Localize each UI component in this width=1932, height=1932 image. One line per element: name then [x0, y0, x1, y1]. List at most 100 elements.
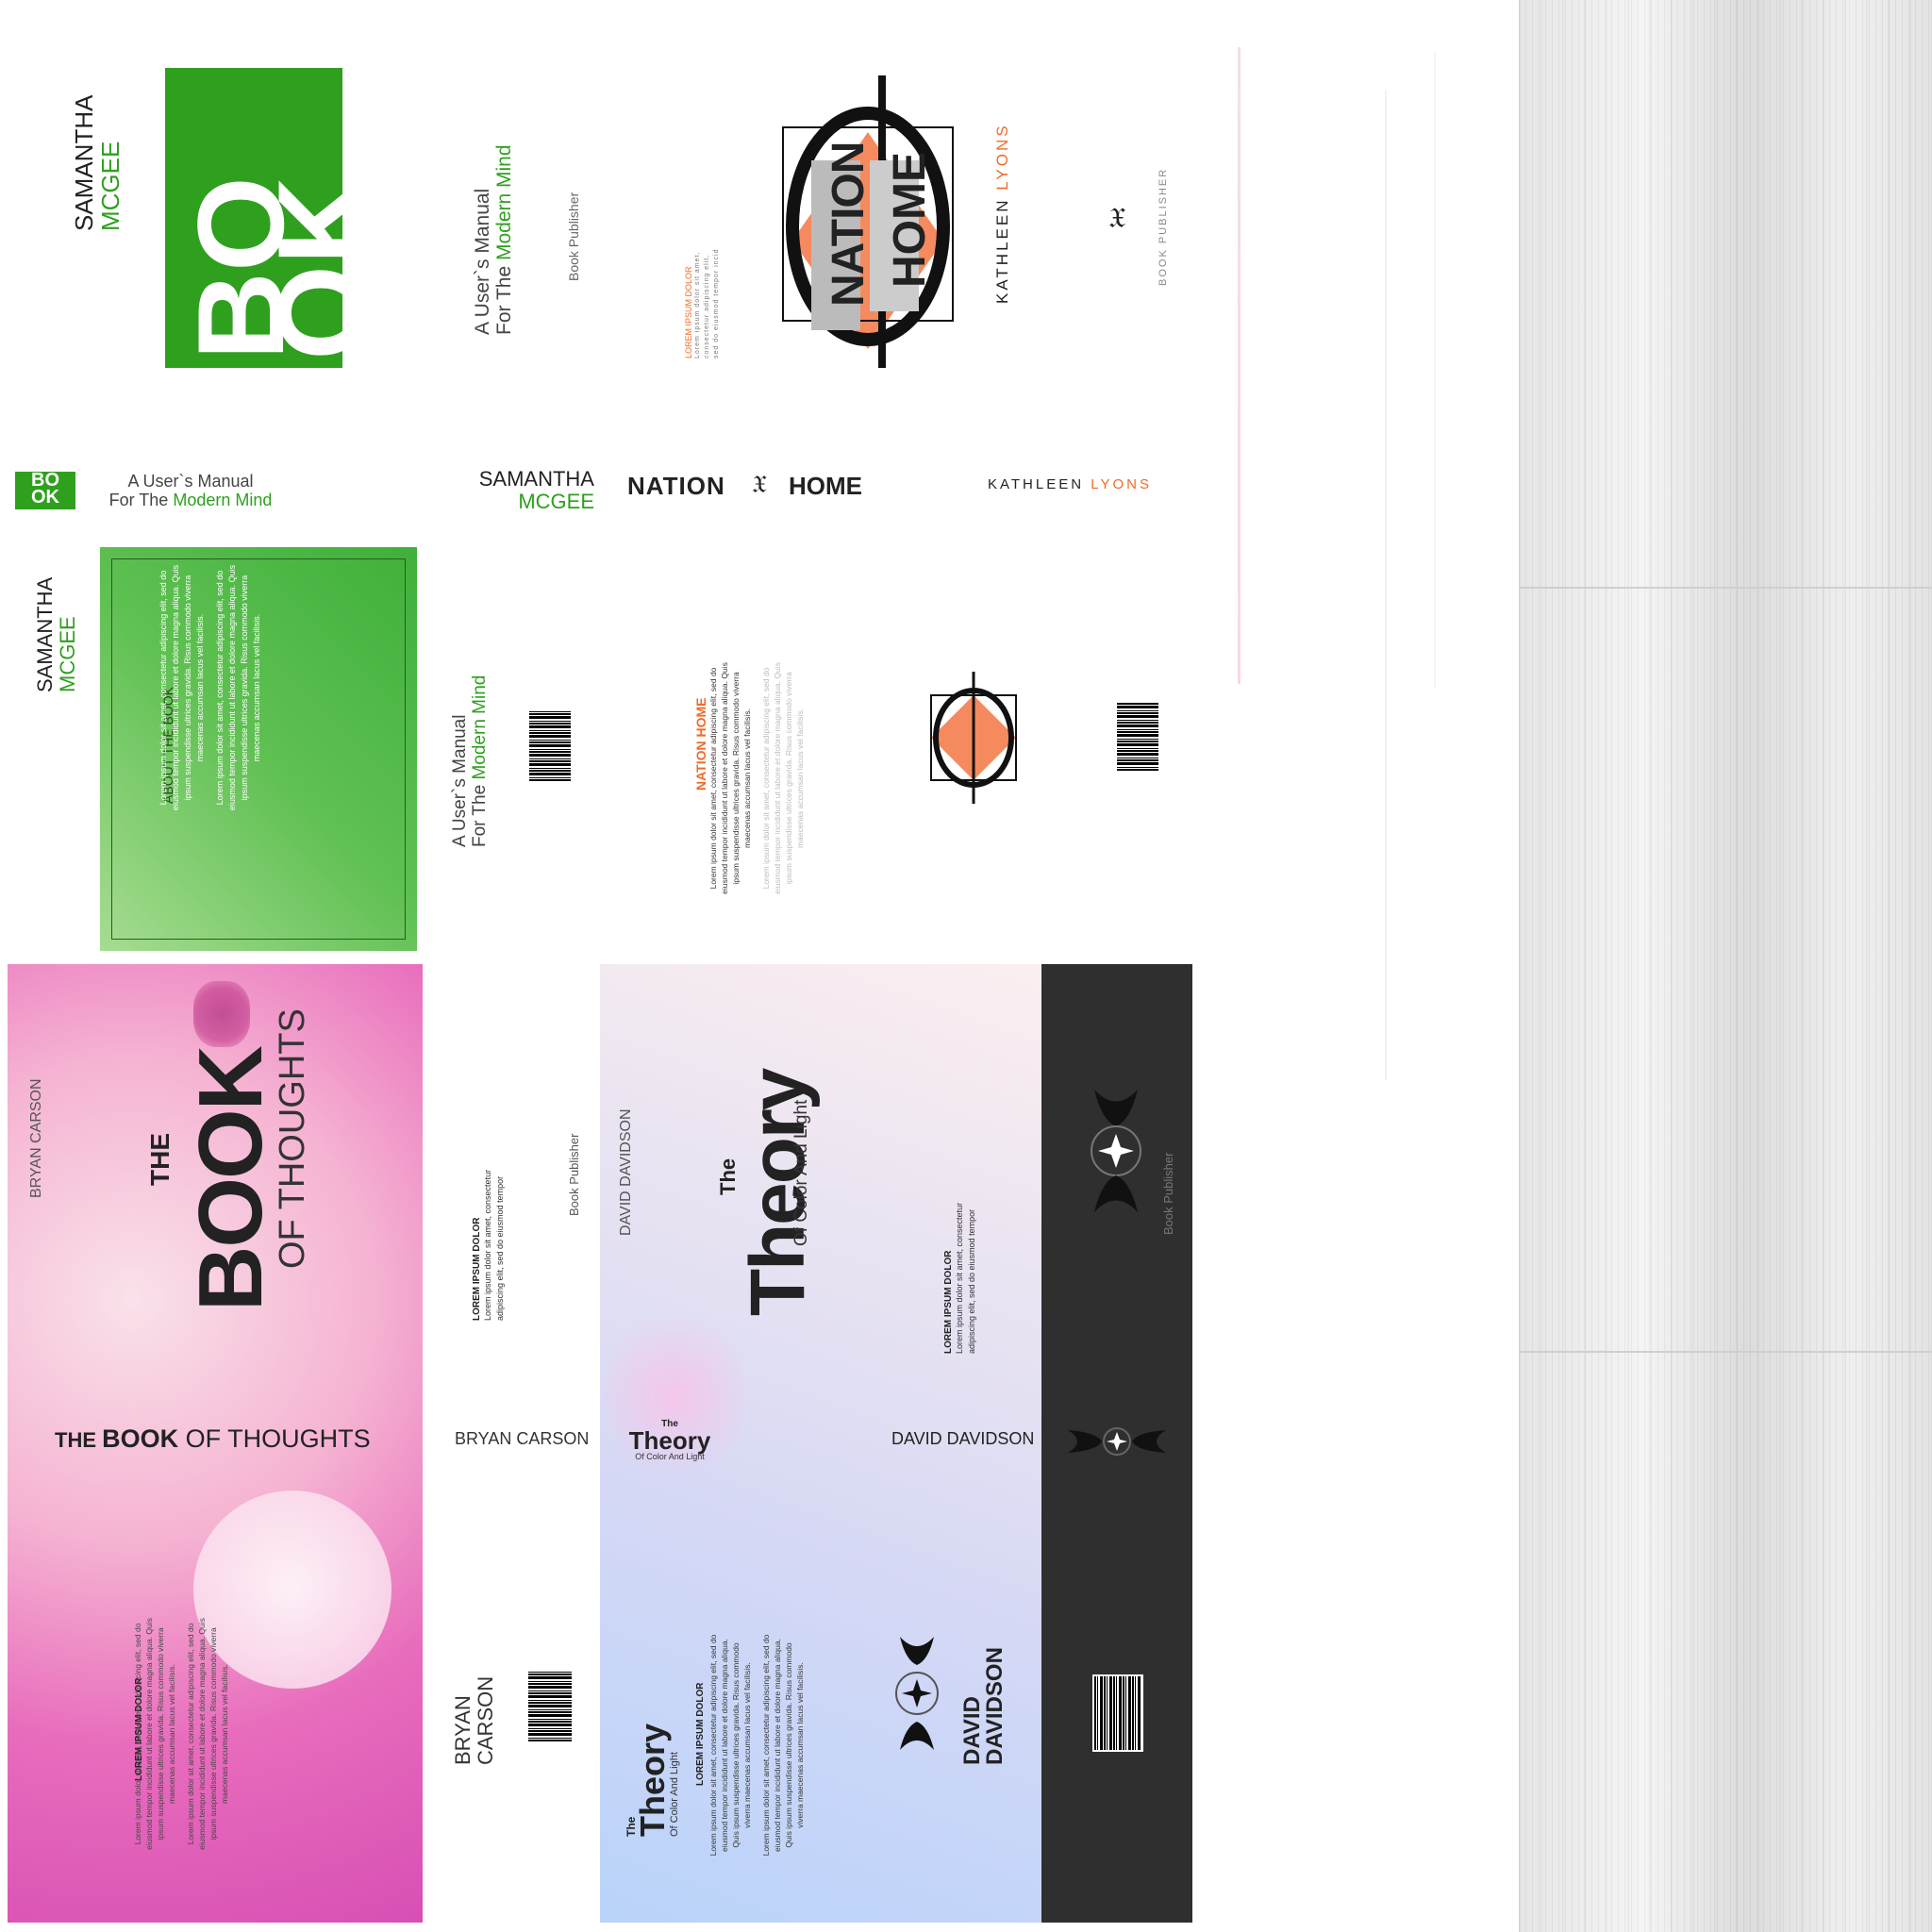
green-book-logo: BO OK — [165, 68, 342, 368]
green-title-line2-accent: Modern Mind — [493, 144, 515, 261]
nation-spine-author-last: LYONS — [1091, 476, 1152, 492]
theory-back-emblem — [891, 1632, 943, 1755]
theory-back-author-last: DAVIDSON — [982, 1647, 1008, 1765]
thoughts-back-author-last: CARSON — [474, 1675, 497, 1765]
theory-back-p2: Lorem ipsum dolor sit amet, consectetur … — [761, 1634, 805, 1857]
thoughts-back-p1: Lorem ipsum dolor sit amet, consectetur … — [133, 1618, 176, 1850]
nation-author-last: LYONS — [993, 123, 1011, 191]
green-cover-author: SAMANTHA MCGEE — [70, 71, 127, 231]
green-spine-title-line1: A User`s Manual — [127, 472, 254, 491]
theory-back-title: The Theory Of Color And Light — [625, 1714, 686, 1837]
theory-spine-author: DAVID DAVIDSON — [891, 1429, 1035, 1448]
thoughts-spine-rest: OF THOUGHTS — [178, 1424, 371, 1453]
green-cover-title: A User`s Manual For The Modern Mind — [472, 99, 519, 335]
green-spine-author: SAMANTHA MCGEE — [462, 468, 594, 513]
nation-spine-word1: NATION — [627, 472, 725, 500]
nation-cover-author: KATHLEEN LYONS — [993, 115, 1016, 304]
nation-back-emblem — [926, 672, 1021, 804]
nation-blurb-heading: LOREM IPSUM DOLOR — [684, 266, 693, 358]
nation-cover-word2: HOME — [885, 152, 935, 288]
nation-publisher-logo-icon: 𝔛 — [1108, 203, 1126, 234]
green-back-author: SAMANTHA MCGEE — [33, 570, 89, 692]
thoughts-spine-title: THE BOOK OF THOUGHTS — [55, 1424, 371, 1454]
thoughts-blurb-heading: LOREM IPSUM DOLOR — [472, 1217, 482, 1321]
green-back-title-prefix: For The — [470, 779, 490, 847]
green-logo-bottom: OK — [252, 176, 342, 360]
green-back-title-line1: A User`s Manual — [450, 714, 470, 847]
thoughts-blurb-text: Lorem ipsum dolor sit amet, consectetur … — [483, 1169, 505, 1321]
nation-spine-author: KATHLEEN LYONS — [988, 476, 1152, 492]
thoughts-cover-book: BOOK — [180, 1047, 281, 1311]
green-title-line1: A User`s Manual — [472, 188, 493, 335]
nation-back-p2: Lorem ipsum dolor sit amet, consectetur … — [761, 662, 805, 894]
green-barcode — [529, 709, 571, 781]
theory-back-p1: Lorem ipsum dolor sit amet, consectetur … — [708, 1634, 752, 1857]
green-spine-title-accent: Modern Mind — [173, 491, 273, 509]
nation-back-text: Lorem ipsum dolor sit amet, consectetur … — [708, 660, 830, 896]
thoughts-cover-author: BRYAN CARSON — [28, 1078, 44, 1198]
wood-texture-panel — [1519, 0, 1932, 1932]
nation-back-p1: Lorem ipsum dolor sit amet, consectetur … — [708, 662, 752, 894]
theory-cover-author: DAVID DAVIDSON — [618, 1108, 634, 1236]
green-back-author-last: MCGEE — [56, 616, 79, 692]
green-back-title-accent: Modern Mind — [470, 675, 490, 780]
theory-back-author-first: DAVID — [959, 1696, 985, 1765]
green-author-last: MCGEE — [96, 141, 125, 231]
thoughts-cover-the: THE — [145, 1133, 175, 1186]
thoughts-back-p2: Lorem ipsum dolor sit amet, consectetur … — [186, 1618, 229, 1850]
thoughts-spine-author: BRYAN CARSON — [455, 1429, 590, 1448]
nation-author-first: KATHLEEN — [993, 197, 1011, 305]
nation-spine-author-first: KATHLEEN — [988, 476, 1085, 492]
nation-cover-publisher: BOOK PUBLISHER — [1158, 167, 1169, 286]
nation-spine-logo-icon: 𝔛 — [752, 470, 767, 498]
theory-cover-subtitle: Of Color And Light — [791, 1099, 811, 1246]
wood-seam — [1519, 1351, 1932, 1353]
thoughts-publisher: Book Publisher — [567, 1133, 581, 1216]
thoughts-barcode — [528, 1670, 572, 1741]
thoughts-back-author: BRYAN CARSON — [451, 1661, 501, 1765]
theory-blurb-text: Lorem ipsum dolor sit amet, consectetur … — [955, 1202, 976, 1354]
theory-back-text: Lorem ipsum dolor sit amet, consectetur … — [708, 1632, 840, 1858]
nation-spine-word2: HOME — [789, 472, 862, 500]
theory-dark-publisher: Book Publisher — [1161, 1152, 1175, 1235]
green-back-author-first: SAMANTHA — [33, 576, 57, 692]
green-spine-author-first: SAMANTHA — [478, 467, 594, 491]
page-edge-line-3 — [1434, 52, 1436, 689]
thoughts-spine-book: BOOK — [102, 1424, 179, 1453]
nation-barcode — [1117, 703, 1158, 771]
theory-cover-glow — [604, 1302, 745, 1491]
green-cover-publisher: Book Publisher — [566, 192, 581, 281]
wood-seam — [1519, 587, 1932, 589]
theory-back-author: DAVID DAVIDSON — [959, 1647, 1010, 1765]
thoughts-spine-the: THE — [55, 1428, 103, 1452]
theory-barcode — [1092, 1674, 1143, 1752]
theory-spine-title: The Theory Of Color And Light — [623, 1420, 717, 1462]
green-back-title: A User`s Manual For The Modern Mind — [450, 640, 493, 847]
green-spine-author-last: MCGEE — [518, 490, 594, 513]
theory-spine-title-main: Theory — [628, 1426, 711, 1455]
thoughts-back-text: Lorem ipsum dolor sit amet, consectetur … — [132, 1611, 274, 1857]
theory-blurb: LOREM IPSUM DOLOR Lorem ipsum dolor sit … — [943, 1174, 1000, 1354]
thoughts-cover-rest: OF THOUGHTS — [273, 1008, 312, 1269]
theory-dark-spine-emblem — [1064, 1423, 1170, 1460]
green-spine-title-prefix: For The — [108, 491, 174, 509]
green-spine-title: A User`s Manual For The Modern Mind — [87, 472, 294, 509]
theory-blurb-heading: LOREM IPSUM DOLOR — [943, 1250, 954, 1354]
green-spine-logo-bottom: OK — [31, 487, 59, 508]
green-about-text: Lorem ipsum dolor sit amet, consectetur … — [158, 560, 290, 815]
green-about-p2: Lorem ipsum dolor sit amet, consectetur … — [215, 564, 261, 811]
green-spine-logo: BO OK — [15, 471, 75, 509]
nation-blurb-text: Lorem ipsum dolor sit amet, consectetur … — [694, 248, 720, 359]
theory-spine-sub: Of Color And Light — [635, 1452, 705, 1461]
theory-back-title-main: Theory — [633, 1723, 672, 1837]
nation-cover-word1: NATION — [824, 142, 874, 307]
green-about-p1: Lorem ipsum dolor sit amet, consectetur … — [158, 564, 205, 811]
page-edge-line-2 — [1385, 90, 1387, 1080]
thoughts-blurb: LOREM IPSUM DOLOR Lorem ipsum dolor sit … — [472, 1151, 528, 1321]
green-author-first: SAMANTHA — [70, 94, 98, 231]
nation-cover-blurb: LOREM IPSUM DOLOR Lorem ipsum dolor sit … — [684, 170, 731, 359]
thoughts-back-author-first: BRYAN — [451, 1695, 475, 1765]
theory-dark-emblem-top — [1083, 1085, 1149, 1217]
page-edge-line — [1238, 47, 1241, 684]
green-title-line2-prefix: For The — [493, 260, 515, 335]
